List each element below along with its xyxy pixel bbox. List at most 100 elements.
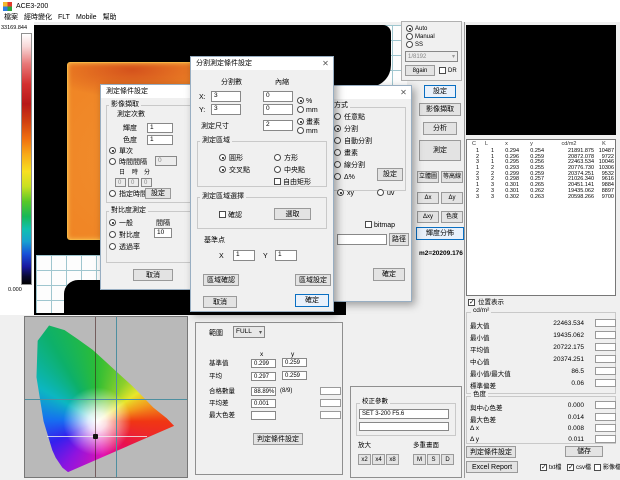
- result-image-view[interactable]: [466, 25, 616, 135]
- method-delta-radio[interactable]: [334, 173, 341, 180]
- calib-extra-field[interactable]: [359, 422, 449, 431]
- ref-point-x-field[interactable]: 1: [233, 250, 255, 261]
- gain-range-select[interactable]: 1/8192 ▾: [405, 51, 458, 62]
- delta-x-button[interactable]: Δx: [417, 192, 439, 204]
- menu-flt[interactable]: FLT: [55, 13, 73, 22]
- gap-field[interactable]: 10: [154, 228, 172, 238]
- ref-point-y-field[interactable]: 1: [275, 250, 297, 261]
- bitmap-checkbox[interactable]: [365, 221, 372, 228]
- area-cross-radio[interactable]: [219, 166, 226, 173]
- ref-y-field[interactable]: 0.259: [282, 358, 307, 367]
- x-split-field[interactable]: 3: [211, 91, 241, 102]
- delta-xy-button[interactable]: Δxy: [417, 211, 439, 223]
- unit-mm-radio[interactable]: [297, 106, 304, 113]
- condition-cancel-button[interactable]: 取消: [133, 269, 173, 281]
- measure-button[interactable]: 測定: [419, 140, 461, 161]
- lum-count-field[interactable]: 1: [147, 123, 173, 133]
- menu-file[interactable]: 檔案: [1, 13, 21, 22]
- timed-set-button[interactable]: 設定: [145, 188, 171, 199]
- method-ok-button[interactable]: 確定: [373, 268, 405, 281]
- xy-radio[interactable]: [337, 189, 344, 196]
- method-set-button[interactable]: 設定: [377, 168, 403, 181]
- range-judge-button[interactable]: 判定條件設定: [253, 433, 303, 445]
- delta-y-button[interactable]: Δy: [441, 192, 463, 204]
- dr-checkbox[interactable]: [439, 67, 446, 74]
- split-cancel-button[interactable]: 取消: [203, 296, 237, 308]
- zoom-x8-button[interactable]: x8: [386, 454, 399, 465]
- y-split-field[interactable]: 3: [211, 104, 241, 115]
- day-field[interactable]: 0: [115, 178, 126, 187]
- method-pixel-radio[interactable]: [334, 149, 341, 156]
- multi-d-button[interactable]: D: [441, 454, 454, 465]
- area-square-radio[interactable]: [274, 154, 281, 161]
- unit-mm2-radio[interactable]: [297, 127, 304, 134]
- y-inset-field[interactable]: 0: [263, 104, 293, 115]
- gain-ss-radio[interactable]: [406, 41, 413, 48]
- contour-button[interactable]: 等高線: [441, 171, 463, 183]
- area-free-checkbox[interactable]: [274, 178, 281, 185]
- image-file-checkbox[interactable]: [594, 464, 601, 471]
- menu-trend[interactable]: 經時變化: [21, 13, 55, 22]
- menu-mobile[interactable]: Mobile: [73, 13, 100, 22]
- unit-pct-radio[interactable]: [297, 97, 304, 104]
- x-inset-field[interactable]: 0: [263, 91, 293, 102]
- path-button[interactable]: 路徑: [389, 233, 409, 246]
- contrast-radio[interactable]: [109, 231, 116, 238]
- multi-m-button[interactable]: M: [413, 454, 426, 465]
- method-linesplit-radio[interactable]: [334, 161, 341, 168]
- chroma-count-field[interactable]: 1: [147, 135, 173, 145]
- transmit-radio[interactable]: [109, 243, 116, 250]
- method-any-radio[interactable]: [334, 113, 341, 120]
- uv-radio[interactable]: [377, 189, 384, 196]
- zoom-x4-button[interactable]: x4: [372, 454, 385, 465]
- max-diff-field[interactable]: [251, 411, 276, 420]
- pick-button[interactable]: 選取: [274, 208, 311, 220]
- method-split-radio[interactable]: [334, 125, 341, 132]
- menu-help[interactable]: 幫助: [100, 13, 120, 22]
- chromaticity-diagram[interactable]: [24, 316, 188, 478]
- area-circle-radio[interactable]: [219, 154, 226, 161]
- unit-px-radio[interactable]: [297, 118, 304, 125]
- interval-field[interactable]: 0: [155, 156, 177, 166]
- minute-field[interactable]: 0: [141, 178, 152, 187]
- avg-y-field[interactable]: 0.259: [282, 371, 307, 380]
- area-confirm-button[interactable]: 區域確認: [203, 274, 239, 286]
- settings-button[interactable]: 設定: [424, 85, 456, 98]
- close-icon[interactable]: ✕: [319, 57, 332, 70]
- interval-radio[interactable]: [109, 158, 116, 165]
- path-field[interactable]: [337, 234, 387, 245]
- avg-diff-field[interactable]: 0.001: [251, 399, 276, 408]
- view3d-button[interactable]: 立體圖: [417, 171, 439, 183]
- position-display-checkbox[interactable]: [468, 299, 475, 306]
- split-ok-button[interactable]: 確定: [295, 294, 329, 307]
- analyze-button[interactable]: 分析: [423, 122, 457, 135]
- normal-radio[interactable]: [109, 219, 116, 226]
- area-set-button[interactable]: 區域設定: [295, 274, 331, 286]
- calib-set-field[interactable]: SET 3-200 F5.6: [359, 409, 449, 419]
- range-select[interactable]: FULL ▾: [233, 326, 265, 338]
- hour-field[interactable]: 0: [128, 178, 139, 187]
- capture-button[interactable]: 影像擷取: [419, 103, 461, 116]
- close-icon[interactable]: ✕: [397, 86, 410, 99]
- zoom-x2-button[interactable]: x2: [358, 454, 371, 465]
- gain-manual-radio[interactable]: [406, 33, 413, 40]
- size-field[interactable]: 2: [263, 120, 293, 131]
- pass-field[interactable]: 88.89%: [251, 387, 276, 396]
- area-center-radio[interactable]: [274, 166, 281, 173]
- avg-x-field[interactable]: 0.297: [251, 372, 276, 381]
- timed-radio[interactable]: [109, 190, 116, 197]
- multi-s-button[interactable]: S: [427, 454, 440, 465]
- chroma-button[interactable]: 色度: [441, 211, 463, 223]
- method-autosplit-radio[interactable]: [334, 137, 341, 144]
- single-radio[interactable]: [109, 147, 116, 154]
- confirm-checkbox[interactable]: [219, 211, 226, 218]
- judge-condition-button[interactable]: 判定條件設定: [466, 446, 516, 458]
- lum-dist-button[interactable]: 輝度分佈: [416, 227, 464, 240]
- txt-file-checkbox[interactable]: [540, 464, 547, 471]
- ref-x-field[interactable]: 0.299: [251, 359, 276, 368]
- excel-report-button[interactable]: Excel Report: [466, 461, 518, 473]
- gain-auto-radio[interactable]: [406, 25, 413, 32]
- save-button[interactable]: 儲存: [565, 446, 603, 457]
- table-row[interactable]: 330.3020.26320598.2669700: [469, 195, 615, 201]
- gain-apply-button[interactable]: 8gain: [405, 65, 435, 76]
